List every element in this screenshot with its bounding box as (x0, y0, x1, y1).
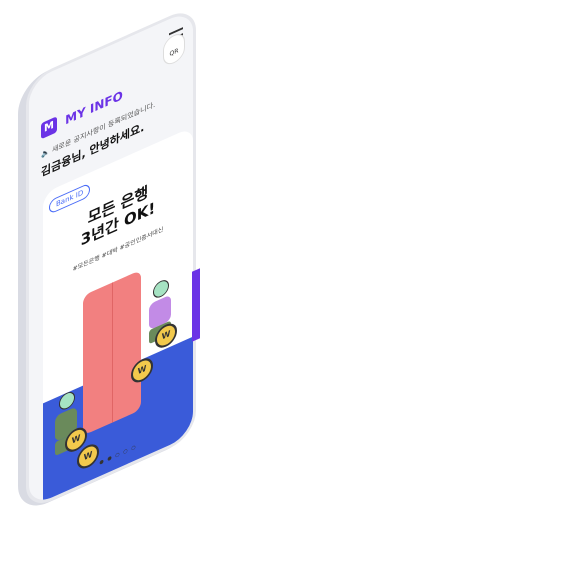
phone-screen: M MY INFO QR 🔈 새로운 공지사항이 등록되었습니다. 김금융님, … (26, 4, 196, 512)
promo-card[interactable]: Bank ID 모든 은행 3년간 OK! #모든은행 #대박 #공인인증서대신 (43, 126, 193, 512)
side-accent-strip (192, 268, 200, 342)
logo-icon: M (41, 115, 57, 139)
speaker-icon: 🔈 (41, 147, 50, 160)
bank-card-illustration (83, 269, 141, 436)
phone-device: M MY INFO QR 🔈 새로운 공지사항이 등록되었습니다. 김금융님, … (18, 0, 205, 516)
